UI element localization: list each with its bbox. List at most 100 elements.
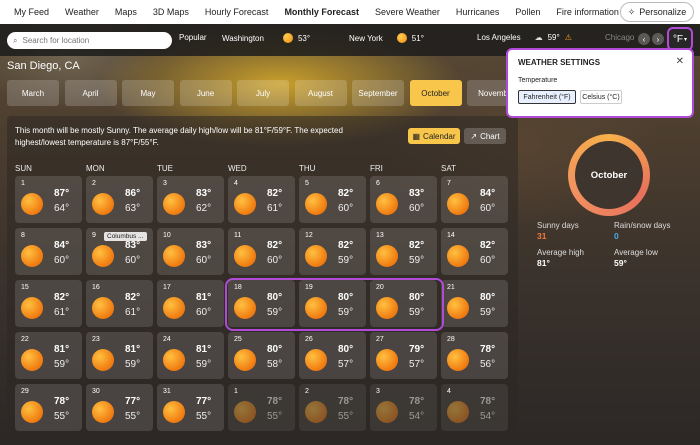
personalize-button[interactable]: ✧ Personalize xyxy=(620,2,694,22)
sunny-icon xyxy=(234,401,256,423)
sunny-icon xyxy=(163,401,185,423)
day-number: 29 xyxy=(21,388,29,395)
nav-monthly-forecast[interactable]: Monthly Forecast xyxy=(284,7,359,17)
sunny-icon xyxy=(447,401,469,423)
nav-hurricanes[interactable]: Hurricanes xyxy=(456,7,500,17)
sunny-icon xyxy=(92,349,114,371)
location-los-angeles[interactable]: Los Angeles ☁ 59° ⚠ xyxy=(477,33,572,42)
month-summary: This month will be mostly Sunny. The ave… xyxy=(15,126,343,147)
day-cell[interactable]: 12 82° 59° xyxy=(299,228,366,275)
nav-pollen[interactable]: Pollen xyxy=(515,7,540,17)
high-temp: 78° xyxy=(480,396,496,407)
day-cell[interactable]: 2 86° 63° xyxy=(86,176,153,223)
location-chicago[interactable]: Chicago xyxy=(605,33,634,42)
day-cell[interactable]: 2 78° 55° xyxy=(299,384,366,431)
day-cell[interactable]: 1 87° 64° xyxy=(15,176,82,223)
location-new-york[interactable]: New York 51° xyxy=(349,33,424,43)
high-temp: 80° xyxy=(267,344,283,355)
day-cell[interactable]: 31 77° 55° xyxy=(157,384,224,431)
day-cell[interactable]: 28 78° 56° xyxy=(441,332,508,379)
tab-month[interactable]: August xyxy=(294,80,347,106)
day-cell[interactable]: 6 83° 60° xyxy=(370,176,437,223)
calendar-view-button[interactable]: ▦ Calendar xyxy=(408,128,460,144)
day-cell[interactable]: 11 82° 60° xyxy=(228,228,295,275)
celsius-button[interactable]: Celsius (°C) xyxy=(580,90,622,104)
day-cell[interactable]: 29 78° 55° xyxy=(15,384,82,431)
nav-severe-weather[interactable]: Severe Weather xyxy=(375,7,440,17)
weather-settings-popup: WEATHER SETTINGS ✕ Temperature Fahrenhei… xyxy=(506,48,694,118)
location-temp: 59° xyxy=(547,33,560,42)
tab-month[interactable]: March xyxy=(7,80,59,106)
chart-view-button[interactable]: ↗ Chart xyxy=(464,128,506,144)
search-input[interactable] xyxy=(22,36,163,45)
rain-days-label: Rain/snow days xyxy=(614,221,671,230)
high-temp: 87° xyxy=(54,188,70,199)
sunny-icon xyxy=(163,349,185,371)
day-cell[interactable]: 25 80° 58° xyxy=(228,332,295,379)
day-cell[interactable]: 3 83° 62° xyxy=(157,176,224,223)
alert-icon: ⚠ xyxy=(564,33,572,42)
high-temp: 82° xyxy=(54,292,70,303)
day-cell[interactable]: 30 77° 55° xyxy=(86,384,153,431)
tab-month-active[interactable]: October xyxy=(409,80,462,106)
sunny-icon xyxy=(376,193,398,215)
day-cell[interactable]: 16 82° 61° xyxy=(86,280,153,327)
day-cell[interactable]: 8 84° 60° xyxy=(15,228,82,275)
nav-fire-information[interactable]: Fire information xyxy=(556,7,619,17)
day-cell[interactable]: 17 81° 60° xyxy=(157,280,224,327)
tab-month[interactable]: September xyxy=(352,80,404,106)
search-box[interactable]: ⌕ xyxy=(7,32,172,49)
high-temp: 81° xyxy=(54,344,70,355)
weekday-label: MON xyxy=(86,164,105,173)
high-temp: 84° xyxy=(480,188,496,199)
tab-month[interactable]: July xyxy=(237,80,289,106)
day-cell[interactable]: 14 82° 60° xyxy=(441,228,508,275)
day-cell[interactable]: 24 81° 59° xyxy=(157,332,224,379)
tab-month[interactable]: May xyxy=(122,80,174,106)
tab-month[interactable]: April xyxy=(64,80,117,106)
low-temp: 55° xyxy=(125,411,141,422)
sunny-days-label: Sunny days xyxy=(537,221,579,230)
tab-month[interactable]: June xyxy=(179,80,232,106)
day-cell[interactable]: 23 81° 59° xyxy=(86,332,153,379)
nav-my-feed[interactable]: My Feed xyxy=(14,7,49,17)
day-cell[interactable]: 1 78° 55° xyxy=(228,384,295,431)
day-cell[interactable]: 22 81° 59° xyxy=(15,332,82,379)
day-number: 10 xyxy=(163,232,171,239)
day-cell[interactable]: 3 78° 54° xyxy=(370,384,437,431)
low-temp: 55° xyxy=(267,411,283,422)
caret-down-icon: ▾ xyxy=(684,36,688,43)
nav-maps[interactable]: Maps xyxy=(115,7,137,17)
day-cell[interactable]: 9 Columbus ... 83° 60° xyxy=(86,228,153,275)
location-name: Chicago xyxy=(605,33,635,42)
high-temp: 82° xyxy=(480,240,496,251)
sunny-icon xyxy=(305,245,327,267)
day-cell[interactable]: 13 82° 59° xyxy=(370,228,437,275)
day-cell[interactable]: 15 82° 61° xyxy=(15,280,82,327)
location-washington[interactable]: Washington 53° xyxy=(222,33,310,43)
day-cell[interactable]: 4 82° 61° xyxy=(228,176,295,223)
day-cell[interactable]: 4 78° 54° xyxy=(441,384,508,431)
close-icon[interactable]: ✕ xyxy=(676,56,684,67)
nav-hourly-forecast[interactable]: Hourly Forecast xyxy=(205,7,269,17)
day-cell[interactable]: 27 79° 57° xyxy=(370,332,437,379)
low-temp: 59° xyxy=(54,359,70,370)
nav-weather[interactable]: Weather xyxy=(65,7,99,17)
sunny-icon xyxy=(282,33,293,43)
day-cell[interactable]: 7 84° 60° xyxy=(441,176,508,223)
high-temp: 82° xyxy=(125,292,141,303)
day-cell[interactable]: 10 83° 60° xyxy=(157,228,224,275)
low-temp: 61° xyxy=(54,307,70,318)
location-temp: 51° xyxy=(411,33,424,43)
low-temp: 60° xyxy=(125,255,141,266)
scroll-right-button[interactable]: › xyxy=(652,33,664,45)
day-cell[interactable]: 26 80° 57° xyxy=(299,332,366,379)
scroll-left-button[interactable]: ‹ xyxy=(638,33,650,45)
personalize-label: Personalize xyxy=(639,7,687,17)
nav-3d-maps[interactable]: 3D Maps xyxy=(153,7,189,17)
low-temp: 58° xyxy=(267,359,283,370)
sunny-icon xyxy=(396,33,407,43)
day-cell[interactable]: 5 82° 60° xyxy=(299,176,366,223)
fahrenheit-button[interactable]: Fahrenheit (°F) xyxy=(518,90,576,104)
day-cell[interactable]: 21 80° 59° xyxy=(441,280,508,327)
